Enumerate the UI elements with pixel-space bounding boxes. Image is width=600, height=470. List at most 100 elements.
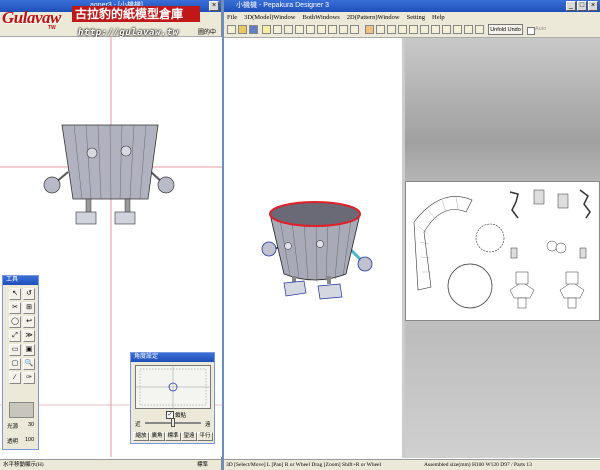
far-label: 遠 (205, 422, 211, 428)
edit-icon-11[interactable] (475, 25, 484, 34)
rotate-tool[interactable]: ↺ (23, 288, 35, 300)
menu-file[interactable]: File (227, 12, 237, 23)
tool-palette: 工具 ↖ ↺ ✂ ⊞ ◯ ↩ ⤢ ≫ ▭ ▣ ▢ 🔍 ∕ ✑ 光源 30 透明 … (2, 275, 39, 450)
logo-brand-sub: TW (48, 25, 56, 31)
tele-button[interactable]: 望遠 (181, 432, 197, 441)
edit-icon-3[interactable] (387, 25, 396, 34)
select-tool[interactable]: ↖ (9, 288, 21, 300)
menu-both-windows[interactable]: BothWindows (303, 12, 340, 23)
move-tool[interactable]: ⤢ (9, 330, 21, 342)
view-icon-4[interactable] (306, 25, 315, 34)
near-label: 近 (135, 422, 141, 428)
unfold-undo-button[interactable]: Unfold Undo (488, 24, 523, 35)
part-foot-2 (559, 281, 585, 299)
distance-thumb[interactable] (171, 418, 175, 427)
zoom-button[interactable]: 縮放 (133, 432, 149, 441)
wide-button[interactable]: 廣角 (149, 432, 165, 441)
pepakura-3d-render (261, 201, 373, 300)
auto-label: Auto (535, 26, 547, 32)
right-window-controls: _ □ × (566, 1, 598, 11)
maximize-button[interactable]: □ (577, 1, 587, 11)
right-foot (114, 211, 136, 225)
left-eye (86, 147, 98, 159)
view-icon-8[interactable] (350, 25, 359, 34)
split-tool[interactable]: ≫ (23, 330, 35, 342)
new-icon[interactable] (227, 25, 236, 34)
open-icon[interactable] (238, 25, 247, 34)
angle-grid-svg (136, 366, 210, 408)
pk-top-rim (269, 201, 361, 227)
pepakura-3d-view[interactable] (224, 38, 402, 458)
left-window-controls: × (209, 1, 219, 11)
pk-right-hand (357, 256, 373, 272)
light-label: 光源 (7, 424, 19, 430)
circle-tool[interactable]: ◯ (9, 316, 21, 328)
zoom-tool[interactable]: 🔍 (23, 358, 35, 370)
grid-tool[interactable]: ⊞ (23, 302, 35, 314)
pen-tool[interactable]: ✑ (23, 372, 35, 384)
right-toolbar: Unfold Undo Auto (224, 23, 600, 38)
menu-2d-window[interactable]: 2D(Pattern)Window (347, 12, 400, 23)
close-button[interactable]: × (588, 1, 598, 11)
undo-tool[interactable]: ↩ (23, 316, 35, 328)
left-foot (75, 211, 97, 225)
view-icon-1[interactable] (273, 25, 282, 34)
pattern-parts (413, 189, 591, 309)
menu-setting[interactable]: Setting (407, 12, 425, 23)
view-icon-7[interactable] (339, 25, 348, 34)
edit-icon-2[interactable] (376, 25, 385, 34)
right-menubar: File 3D(Model)Window BothWindows 2D(Patt… (224, 12, 600, 23)
pepakura-2d-view[interactable] (405, 38, 600, 458)
light-value: 30 (28, 422, 35, 428)
menu-3d-window[interactable]: 3D(Model)Window (244, 12, 295, 23)
part-base-circle (447, 263, 493, 309)
right-hand (157, 176, 175, 194)
line-tool[interactable]: ∕ (9, 372, 21, 384)
trans-label: 透明 (7, 439, 19, 445)
cut-tool[interactable]: ✂ (9, 302, 21, 314)
right-status-text: 3D [Select/Move] L [Pan] R or Wheel Drag… (226, 462, 381, 468)
edit-icon-9[interactable] (453, 25, 462, 34)
right-status-size: Assembled size(mm) H100 W120 D97 / Parts… (424, 462, 532, 468)
pk-left-eye (284, 242, 292, 250)
right-titlebar: 小機機 - Pepakura Designer 3 _ □ × (224, 0, 600, 12)
edit-icon-7[interactable] (431, 25, 440, 34)
edit-icon-8[interactable] (442, 25, 451, 34)
part-eye-2 (555, 242, 567, 254)
view-icon-2[interactable] (284, 25, 293, 34)
edit-icon-5[interactable] (409, 25, 418, 34)
part-foot-1 (509, 281, 535, 299)
part-arm-1 (509, 191, 519, 219)
view-icon-6[interactable] (328, 25, 337, 34)
view-icon-3[interactable] (295, 25, 304, 34)
edit-icon-1[interactable] (365, 25, 374, 34)
pk-right-eye (316, 240, 324, 248)
fill-tool[interactable]: ▣ (23, 344, 35, 356)
edit-icon-4[interactable] (398, 25, 407, 34)
standard-button[interactable]: 標準 (165, 432, 181, 441)
pattern-sheet (405, 181, 600, 321)
part-leg-1 (533, 189, 545, 205)
left-statusbar: 水平移動顯示(H) 標準 (0, 459, 221, 470)
edit-icon-10[interactable] (464, 25, 473, 34)
right-window-title: 小機機 - Pepakura Designer 3 (236, 2, 329, 9)
tool-palette-title: 工具 (3, 276, 38, 285)
minimize-button[interactable]: _ (566, 1, 576, 11)
angle-grid[interactable] (135, 365, 211, 409)
trans-value: 100 (25, 437, 35, 443)
view-icon-5[interactable] (317, 25, 326, 34)
save-icon[interactable] (249, 25, 258, 34)
left-status-text: 水平移動顯示(H) (3, 462, 44, 468)
auto-checkbox[interactable] (527, 27, 535, 35)
menu-help[interactable]: Help (432, 12, 445, 23)
bulb-icon[interactable] (262, 25, 271, 34)
angle-palette-title: 角度設定 (131, 353, 214, 362)
edit-icon-6[interactable] (420, 25, 429, 34)
parallel-button[interactable]: 平行 (197, 432, 213, 441)
frame-tool[interactable]: ▭ (9, 344, 21, 356)
close-button[interactable]: × (209, 1, 219, 11)
box-tool[interactable]: ▢ (9, 358, 21, 370)
right-statusbar: 3D [Select/Move] L [Pan] R or Wheel Drag… (224, 459, 600, 470)
light-slider-track[interactable] (9, 402, 34, 418)
logo-title: 古拉豹的紙模型倉庫 (72, 6, 200, 22)
